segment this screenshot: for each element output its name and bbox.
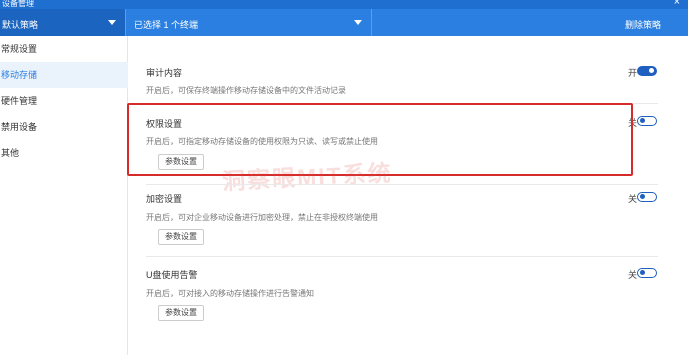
toolbar-divider: [371, 9, 372, 36]
section-title: 审计内容: [146, 68, 183, 78]
encryption-section: 加密设置 开启后，可对企业移动设备进行加密处理，禁止在非授权终端使用 参数设置: [146, 184, 658, 258]
encryption-toggle[interactable]: [637, 192, 657, 202]
section-divider: [146, 184, 658, 185]
section-description: 开启后，可对企业移动设备进行加密处理，禁止在非授权终端使用: [146, 213, 378, 222]
param-settings-button[interactable]: 参数设置: [158, 305, 204, 321]
section-divider: [146, 256, 658, 257]
section-description: 开启后，可对接入的移动存储操作进行告警通知: [146, 289, 314, 298]
audit-section: 审计内容 开启后，可保存终端操作移动存储设备中的文件活动记录: [146, 66, 658, 106]
sidebar-item-other[interactable]: 其他: [0, 140, 128, 166]
sidebar-item-label: 移动存储: [1, 70, 38, 80]
section-description: 开启后，可保存终端操作移动存储设备中的文件活动记录: [146, 86, 346, 95]
toggle-knob: [640, 118, 645, 123]
sidebar-item-label: 其他: [1, 148, 20, 158]
usb-alert-section: U盘使用告警 开启后，可对接入的移动存储操作进行告警通知 参数设置: [146, 268, 658, 328]
permission-toggle[interactable]: [637, 116, 657, 126]
sidebar-item-label: 常规设置: [1, 44, 38, 54]
param-settings-button[interactable]: 参数设置: [158, 229, 204, 245]
toggle-state-label: 开: [628, 68, 638, 78]
window-titlebar: 设备管理 ×: [0, 0, 688, 9]
section-title: 加密设置: [146, 194, 183, 204]
toggle-knob: [640, 194, 645, 199]
chevron-down-icon[interactable]: [354, 20, 362, 25]
settings-sidebar: 常规设置 移动存储 硬件管理 禁用设备 其他: [0, 36, 128, 355]
toggle-knob: [649, 68, 654, 73]
sidebar-item-label: 禁用设备: [1, 122, 38, 132]
chevron-down-icon: [108, 20, 116, 25]
sidebar-item-general[interactable]: 常规设置: [0, 36, 128, 62]
audit-toggle[interactable]: [637, 66, 657, 76]
policy-dropdown-label: 默认策略: [2, 20, 39, 30]
usb-alert-toggle[interactable]: [637, 268, 657, 278]
section-title: U盘使用告警: [146, 270, 198, 280]
toggle-state-label: 关: [628, 270, 638, 280]
toggle-knob: [640, 270, 645, 275]
toolbar: 默认策略 已选择 1 个终端 删除策略: [0, 9, 688, 36]
toggle-state-label: 关: [628, 194, 638, 204]
sidebar-item-label: 硬件管理: [1, 96, 38, 106]
sidebar-item-removable-storage[interactable]: 移动存储: [0, 62, 128, 88]
close-icon[interactable]: ×: [674, 0, 680, 8]
window-title: 设备管理: [2, 0, 34, 8]
delete-policy-button[interactable]: 删除策略: [625, 18, 661, 31]
selected-terminals-text[interactable]: 已选择 1 个终端: [134, 18, 198, 31]
sidebar-item-hardware[interactable]: 硬件管理: [0, 88, 128, 114]
policy-dropdown[interactable]: 默认策略: [0, 9, 126, 36]
sidebar-item-disabled-devices[interactable]: 禁用设备: [0, 114, 128, 140]
